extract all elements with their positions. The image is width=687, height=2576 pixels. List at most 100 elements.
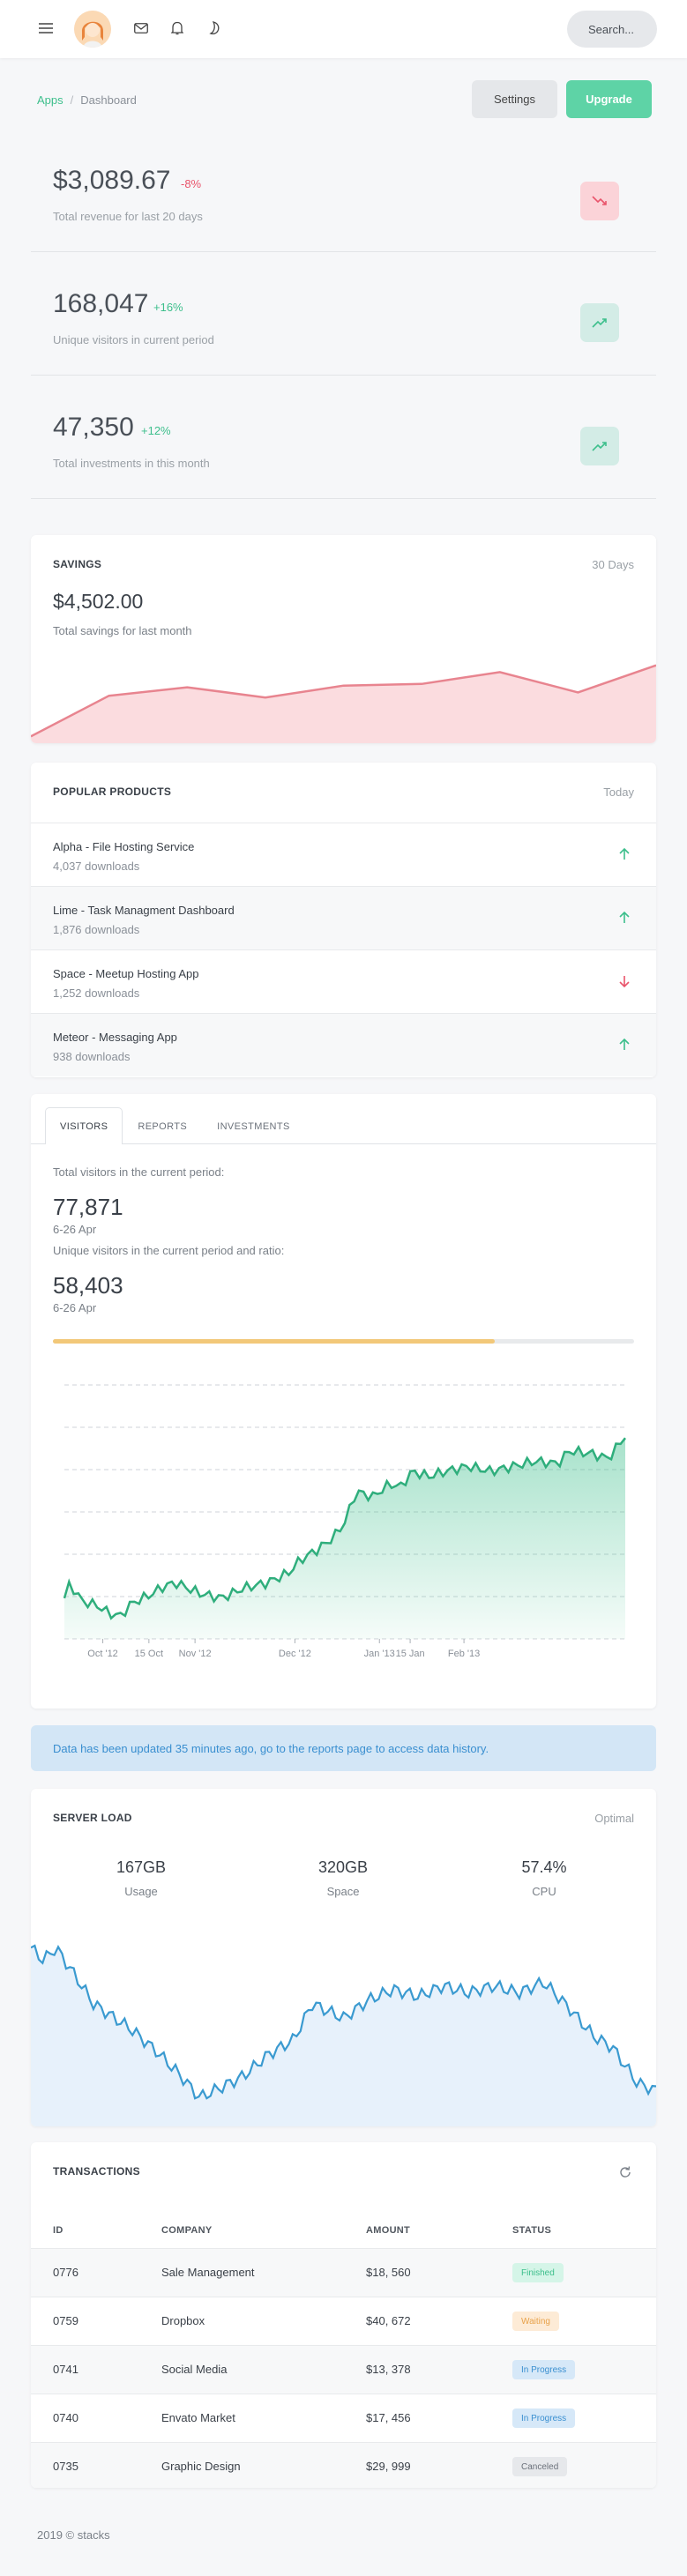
stat-label: Total investments in this month: [53, 457, 210, 470]
visitors-area-chart: Oct '12 15 Oct Nov '12 Dec '12 Jan '13 15 Jan…: [63, 1384, 626, 1659]
x-tick-label: Oct '12: [87, 1649, 118, 1659]
unique-visitors-range: 6-26 Apr: [53, 1301, 97, 1314]
product-name: Meteor - Messaging App: [53, 1031, 177, 1044]
status-badge: In Progress: [512, 2360, 576, 2379]
stat-label: Unique visitors in current period: [53, 333, 214, 346]
cell-id: 0735: [53, 2460, 78, 2473]
ratio-progress-bar: [53, 1339, 634, 1344]
stat-change: +12%: [141, 424, 171, 437]
trend-up-icon: [580, 303, 619, 342]
card-title: SAVINGS: [53, 558, 102, 570]
total-visitors-range: 6-26 Apr: [53, 1223, 97, 1236]
bell-icon[interactable]: [167, 18, 188, 39]
breadcrumb-current: Dashboard: [80, 93, 137, 107]
cell-company: Graphic Design: [161, 2460, 241, 2473]
x-tick-label: Jan '13: [364, 1649, 395, 1659]
arrow-up-icon: [619, 911, 630, 923]
card-title: TRANSACTIONS: [53, 2165, 140, 2178]
x-tick-label: Nov '12: [179, 1649, 212, 1659]
table-row[interactable]: 0735 Graphic Design $29, 999 Canceled: [31, 2442, 656, 2488]
metric-label: Space: [326, 1885, 360, 1898]
column-header: STATUS: [512, 2225, 552, 2236]
x-tick-label: Dec '12: [279, 1649, 311, 1659]
total-visitors-label: Total visitors in the current period:: [53, 1165, 225, 1179]
popular-products-card: POPULAR PRODUCTS Today Alpha - File Host…: [31, 763, 656, 1077]
status-badge: In Progress: [512, 2408, 576, 2428]
stat-investments: 47,350 +12% Total investments in this mo…: [31, 376, 656, 499]
cell-amount: $18, 560: [366, 2266, 411, 2279]
list-item[interactable]: Meteor - Messaging App 938 downloads: [31, 1013, 656, 1076]
ratio-progress-fill: [53, 1339, 495, 1344]
table-row[interactable]: 0776 Sale Management $18, 560 Finished: [31, 2248, 656, 2297]
table-row[interactable]: 0759 Dropbox $40, 672 Waiting: [31, 2297, 656, 2345]
search-input[interactable]: [567, 11, 657, 48]
card-title: SERVER LOAD: [53, 1812, 132, 1824]
footer-copyright: 2019 © stacks: [37, 2528, 110, 2542]
table-row[interactable]: 0741 Social Media $13, 378 In Progress: [31, 2345, 656, 2394]
cell-id: 0741: [53, 2363, 78, 2376]
cell-id: 0759: [53, 2314, 78, 2327]
status-badge: Waiting: [512, 2312, 559, 2331]
metric-label: Usage: [124, 1885, 158, 1898]
product-name: Alpha - File Hosting Service: [53, 840, 195, 853]
stat-change: +16%: [153, 301, 183, 314]
avatar[interactable]: [74, 11, 111, 48]
period-label[interactable]: Today: [603, 785, 634, 799]
x-tick-label: 15 Oct: [135, 1649, 163, 1659]
breadcrumb-apps-link[interactable]: Apps: [37, 93, 63, 107]
column-header: AMOUNT: [366, 2225, 411, 2236]
list-item[interactable]: Space - Meetup Hosting App 1,252 downloa…: [31, 949, 656, 1013]
upgrade-button[interactable]: Upgrade: [566, 80, 652, 118]
arrow-up-icon: [619, 847, 630, 860]
savings-caption: Total savings for last month: [53, 624, 192, 637]
tab-investments[interactable]: INVESTMENTS: [202, 1107, 305, 1144]
savings-card: SAVINGS 30 Days $4,502.00 Total savings …: [31, 535, 656, 743]
cell-id: 0776: [53, 2266, 78, 2279]
stat-value: $3,089.67: [53, 166, 171, 195]
tab-reports[interactable]: REPORTS: [123, 1107, 202, 1144]
cell-company: Sale Management: [161, 2266, 255, 2279]
arrow-up-icon: [619, 1038, 630, 1050]
mail-icon[interactable]: [131, 18, 152, 39]
trend-up-icon: [580, 427, 619, 465]
alert-text: Data has been updated 35 minutes ago, go…: [53, 1741, 489, 1755]
table-row[interactable]: 0740 Envato Market $17, 456 In Progress: [31, 2394, 656, 2442]
visitors-card: VISITORS REPORTS INVESTMENTS Total visit…: [31, 1094, 656, 1709]
column-header: ID: [53, 2225, 63, 2236]
top-bar: [0, 0, 687, 58]
server-status: Optimal: [594, 1812, 634, 1825]
list-item[interactable]: Alpha - File Hosting Service 4,037 downl…: [31, 823, 656, 886]
stat-value: 47,350: [53, 413, 134, 442]
cell-id: 0740: [53, 2411, 78, 2424]
tab-bar: VISITORS REPORTS INVESTMENTS: [45, 1107, 305, 1144]
stat-change: -8%: [181, 177, 202, 190]
total-visitors-value: 77,871: [53, 1194, 123, 1220]
product-downloads: 938 downloads: [53, 1050, 131, 1063]
stat-label: Total revenue for last 20 days: [53, 210, 203, 223]
stat-visitors: 168,047 +16% Unique visitors in current …: [31, 252, 656, 376]
savings-sparkline: [31, 664, 656, 743]
trend-down-icon: [580, 182, 619, 220]
stat-revenue: $3,089.67 -8% Total revenue for last 20 …: [31, 129, 656, 252]
moon-icon[interactable]: [205, 18, 226, 39]
cell-company: Envato Market: [161, 2411, 235, 2424]
menu-icon[interactable]: [35, 18, 56, 39]
column-header: COMPANY: [161, 2225, 213, 2236]
list-item[interactable]: Lime - Task Managment Dashboard 1,876 do…: [31, 886, 656, 949]
unique-visitors-value: 58,403: [53, 1272, 123, 1299]
x-tick-label: 15 Jan: [396, 1649, 425, 1659]
metric-value: 320GB: [317, 1858, 369, 1876]
period-label[interactable]: 30 Days: [592, 558, 634, 571]
breadcrumb: Apps / Dashboard: [37, 93, 137, 107]
product-downloads: 1,876 downloads: [53, 923, 140, 936]
refresh-icon[interactable]: [618, 2165, 632, 2179]
tab-visitors[interactable]: VISITORS: [45, 1107, 123, 1144]
server-load-card: SERVER LOAD Optimal 167GB Usage 320GB Sp…: [31, 1789, 656, 2126]
product-name: Space - Meetup Hosting App: [53, 967, 199, 980]
stat-value: 168,047: [53, 289, 149, 318]
metric-label: CPU: [532, 1885, 556, 1898]
settings-button[interactable]: Settings: [472, 80, 557, 118]
product-name: Lime - Task Managment Dashboard: [53, 904, 235, 917]
product-downloads: 1,252 downloads: [53, 986, 140, 1000]
arrow-down-icon: [619, 976, 630, 988]
